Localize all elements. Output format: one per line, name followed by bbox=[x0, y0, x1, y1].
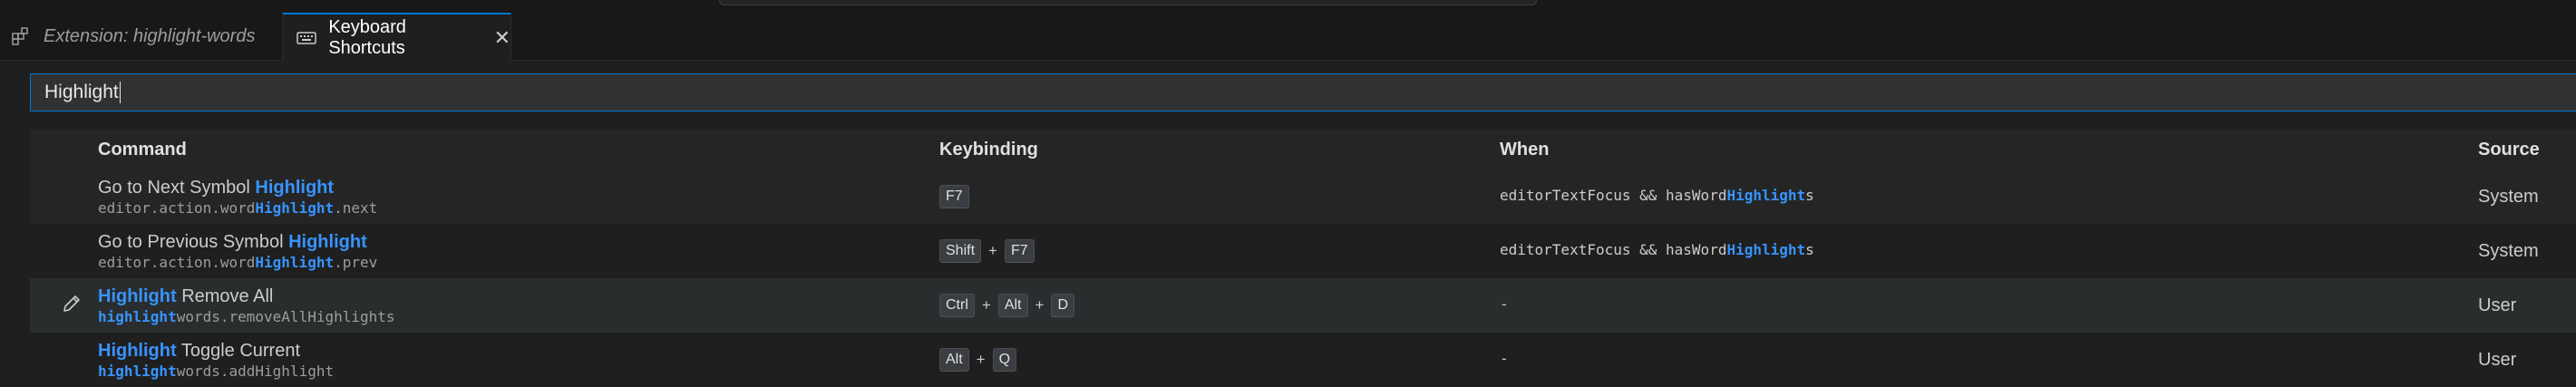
command-title-match: Highlight bbox=[255, 178, 335, 198]
table-row[interactable]: Go to Next Symbol Highlight editor.actio… bbox=[30, 169, 2576, 224]
header-when[interactable]: When bbox=[1500, 140, 1549, 160]
when-text: editorTextFocus && hasWord bbox=[1500, 187, 1727, 204]
when-cell: - bbox=[1500, 350, 1509, 367]
command-title-text: Remove All bbox=[176, 286, 274, 306]
keybindings-table: Command Keybinding When Source Go to Nex… bbox=[30, 130, 2576, 387]
command-title-text: Go to Previous Symbol bbox=[98, 232, 289, 252]
key-cap: Q bbox=[992, 348, 1017, 372]
extensions-icon bbox=[9, 27, 33, 45]
source-cell: System bbox=[2478, 187, 2539, 207]
edit-icon[interactable] bbox=[61, 293, 83, 314]
key-cap: Shift bbox=[939, 239, 982, 263]
header-command[interactable]: Command bbox=[98, 140, 187, 160]
command-title-match: Highlight bbox=[288, 232, 367, 252]
when-text: s bbox=[1805, 241, 1814, 258]
key-cap: D bbox=[1051, 294, 1074, 317]
command-cell: Highlight Remove All highlightwords.remo… bbox=[98, 285, 395, 327]
command-id-text: editor.action.word bbox=[98, 254, 256, 271]
when-match: Highlight bbox=[1726, 187, 1806, 204]
command-title: Go to Previous Symbol Highlight bbox=[98, 231, 377, 253]
command-cell: Highlight Toggle Current highlightwords.… bbox=[98, 340, 334, 382]
when-text: s bbox=[1805, 187, 1814, 204]
key-cap: F7 bbox=[939, 185, 969, 208]
command-title: Highlight Remove All bbox=[98, 285, 395, 307]
tab-extension-highlight-words[interactable]: Extension: highlight-words bbox=[0, 13, 283, 60]
command-title-text: Go to Next Symbol bbox=[98, 178, 256, 198]
command-center[interactable] bbox=[719, 0, 1537, 5]
key-cap: Alt bbox=[997, 294, 1028, 317]
when-cell: editorTextFocus && hasWordHighlights bbox=[1500, 241, 1814, 258]
command-id-text: editor.action.word bbox=[98, 199, 256, 217]
close-icon[interactable]: ✕ bbox=[494, 26, 510, 50]
keyboard-icon bbox=[296, 29, 317, 47]
key-cap: Alt bbox=[939, 348, 969, 372]
command-cell: Go to Previous Symbol Highlight editor.a… bbox=[98, 231, 377, 273]
when-match: Highlight bbox=[1726, 241, 1806, 258]
tab-bar: Extension: highlight-words Keyboard Shor… bbox=[0, 13, 2576, 61]
command-title-match: Highlight bbox=[98, 286, 177, 306]
key-separator: + bbox=[976, 351, 986, 368]
keybinding-cell: Shift + F7 bbox=[939, 239, 1035, 263]
command-id-text: words.removeAllHighlights bbox=[176, 308, 395, 325]
key-cap: F7 bbox=[1004, 239, 1035, 263]
command-id-match: Highlight bbox=[255, 199, 335, 217]
tab-label: Extension: highlight-words bbox=[44, 25, 256, 46]
table-header: Command Keybinding When Source bbox=[30, 130, 2576, 169]
tab-keyboard-shortcuts[interactable]: Keyboard Shortcuts ✕ bbox=[283, 13, 511, 61]
command-id-text: .prev bbox=[334, 254, 378, 271]
key-separator: + bbox=[1035, 296, 1045, 314]
keybinding-cell: F7 bbox=[939, 185, 969, 208]
when-cell: - bbox=[1500, 295, 1509, 313]
text-cursor bbox=[119, 82, 121, 104]
command-title: Go to Next Symbol Highlight bbox=[98, 177, 377, 198]
keybinding-cell: Ctrl + Alt + D bbox=[939, 294, 1074, 317]
source-cell: System bbox=[2478, 241, 2539, 261]
keybindings-search-input[interactable]: Highlight bbox=[30, 73, 2576, 111]
command-title-text: Toggle Current bbox=[176, 341, 301, 361]
header-keybinding[interactable]: Keybinding bbox=[939, 140, 1038, 160]
key-separator: + bbox=[988, 242, 997, 259]
search-value: Highlight bbox=[44, 82, 119, 102]
key-separator: + bbox=[981, 296, 991, 314]
command-title-match: Highlight bbox=[98, 341, 177, 361]
key-cap: Ctrl bbox=[939, 294, 975, 317]
table-row[interactable]: Highlight Toggle Current highlightwords.… bbox=[30, 333, 2576, 387]
command-id-match: highlight bbox=[98, 363, 177, 380]
command-id-match: highlight bbox=[98, 308, 177, 325]
source-cell: User bbox=[2478, 295, 2517, 315]
tab-label: Keyboard Shortcuts bbox=[328, 16, 406, 58]
command-id-text: words.addHighlight bbox=[176, 363, 335, 380]
table-row[interactable]: Go to Previous Symbol Highlight editor.a… bbox=[30, 224, 2576, 278]
command-id: editor.action.wordHighlight.prev bbox=[98, 253, 377, 273]
command-id-text: .next bbox=[334, 199, 378, 217]
command-id: highlightwords.removeAllHighlights bbox=[98, 307, 395, 327]
command-id-match: Highlight bbox=[255, 254, 335, 271]
command-cell: Go to Next Symbol Highlight editor.actio… bbox=[98, 177, 377, 218]
table-row[interactable]: Highlight Remove All highlightwords.remo… bbox=[30, 278, 2576, 333]
keybinding-cell: Alt + Q bbox=[939, 348, 1017, 372]
when-cell: editorTextFocus && hasWordHighlights bbox=[1500, 187, 1814, 204]
source-cell: User bbox=[2478, 350, 2517, 370]
header-source[interactable]: Source bbox=[2478, 140, 2540, 160]
when-text: editorTextFocus && hasWord bbox=[1500, 241, 1727, 258]
title-bar bbox=[0, 0, 2576, 13]
command-id: highlightwords.addHighlight bbox=[98, 362, 334, 382]
command-id: editor.action.wordHighlight.next bbox=[98, 198, 377, 218]
command-title: Highlight Toggle Current bbox=[98, 340, 334, 362]
